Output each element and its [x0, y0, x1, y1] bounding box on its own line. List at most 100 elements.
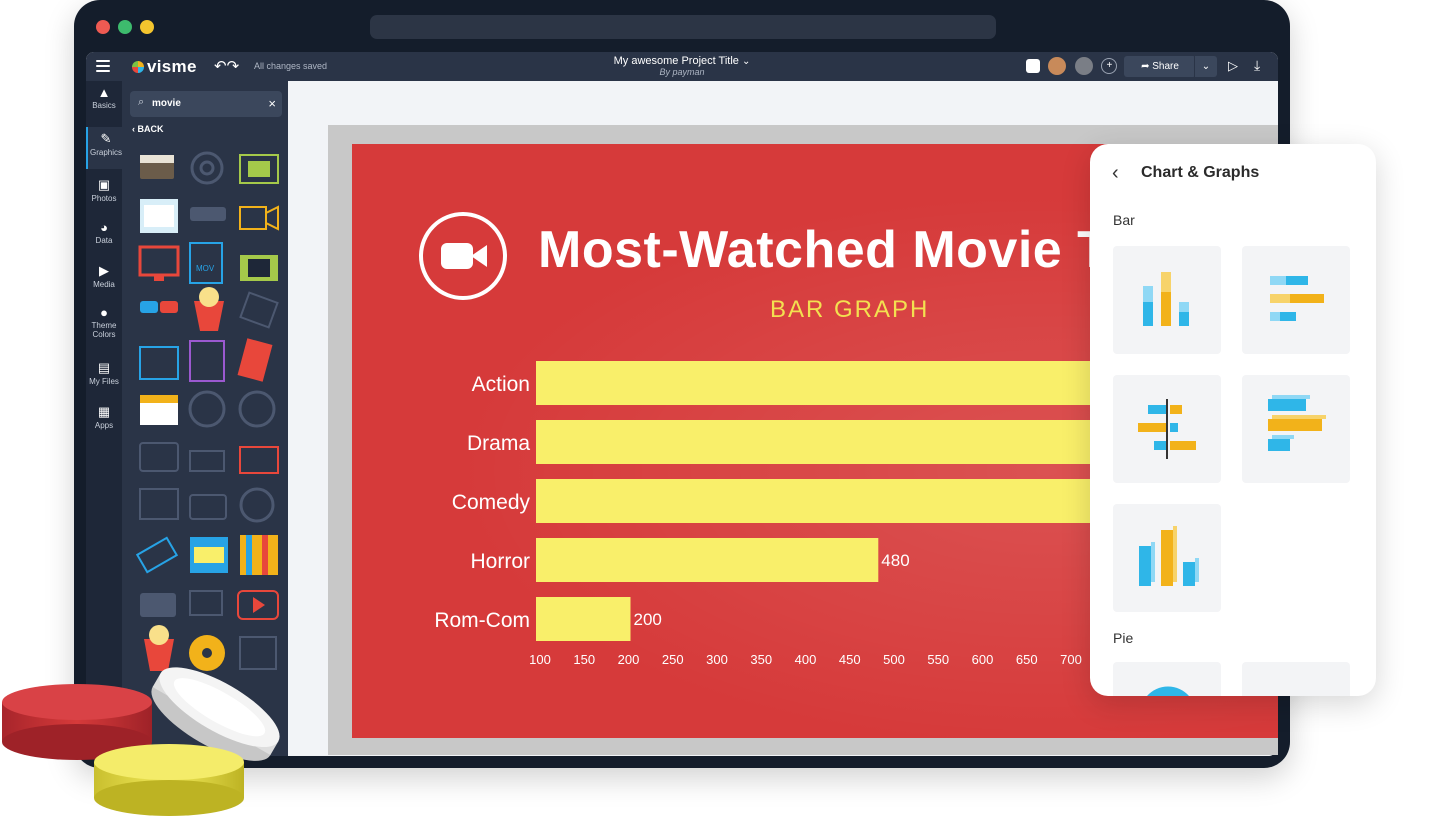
x-tick-label: 700: [1060, 652, 1082, 667]
download-icon[interactable]: ⤓: [1254, 57, 1260, 74]
photos-icon: ▣: [97, 177, 111, 192]
pie-chart-icon: [1147, 686, 1189, 696]
present-play-icon[interactable]: ▷: [1228, 58, 1238, 74]
graphic-item[interactable]: [140, 155, 174, 179]
graphics-panel: ⌕ movie × ‹ BACK MOV: [122, 81, 288, 756]
chart-option-vertical-bar[interactable]: [1113, 246, 1221, 354]
section-bar-label: Bar: [1113, 212, 1135, 228]
rail-item-photos[interactable]: ▣ Photos: [86, 177, 122, 203]
rail-item-basics[interactable]: ▲ Basics: [86, 85, 122, 110]
category-label: Horror: [470, 550, 530, 573]
graphic-item[interactable]: MOV: [189, 242, 223, 284]
address-bar[interactable]: [370, 15, 996, 39]
graphic-item[interactable]: [138, 245, 180, 281]
share-button[interactable]: ➦ Share: [1124, 56, 1196, 77]
apps-grid-icon: ▦: [97, 404, 111, 419]
graphic-item[interactable]: [189, 590, 223, 616]
chart-option-3d-vertical-bar[interactable]: [1113, 504, 1221, 612]
graphic-item[interactable]: [189, 494, 227, 520]
graphic-item[interactable]: [190, 207, 226, 221]
media-icon: ▶: [99, 263, 109, 278]
rail-item-apps[interactable]: ▦ Apps: [86, 404, 122, 430]
graphic-item[interactable]: [239, 291, 279, 329]
basics-icon: ▲: [97, 85, 111, 100]
graphic-item[interactable]: [239, 487, 275, 523]
rail-item-graphics[interactable]: ✎ Graphics: [86, 127, 124, 169]
graphic-item[interactable]: [189, 450, 225, 472]
chart-bar-rom-com[interactable]: [536, 597, 631, 641]
chart-bar-comedy[interactable]: [536, 479, 1127, 523]
3d-vertical-bar-chart-icon: [1139, 526, 1199, 586]
x-tick-label: 350: [750, 652, 772, 667]
chart-option-donut[interactable]: [1242, 662, 1350, 696]
category-label: Comedy: [452, 491, 531, 514]
graphic-item[interactable]: [190, 151, 224, 185]
charts-panel: ‹ Chart & Graphs Bar Pie: [1090, 144, 1376, 696]
graphic-item[interactable]: [188, 390, 226, 428]
search-box[interactable]: ⌕ movie ×: [130, 91, 282, 117]
graphic-item[interactable]: [139, 488, 179, 520]
graphic-item[interactable]: [237, 590, 279, 620]
graphic-item[interactable]: [239, 205, 279, 231]
horizontal-bar-chart-icon: [1270, 276, 1324, 321]
palette-icon: ●: [100, 305, 108, 320]
x-tick-label: 300: [706, 652, 728, 667]
rail-item-my-files[interactable]: ▤ My Files: [86, 360, 122, 386]
graphic-item[interactable]: [237, 338, 273, 382]
x-tick-label: 600: [972, 652, 994, 667]
add-collaborator-icon[interactable]: +: [1101, 58, 1118, 74]
comments-icon[interactable]: [1026, 59, 1040, 73]
chevron-down-icon[interactable]: ⌄: [742, 56, 750, 67]
chart-bar-drama[interactable]: [536, 420, 1127, 464]
chart-option-3d-horizontal-bar[interactable]: [1242, 375, 1350, 483]
share-dropdown-button[interactable]: ⌄: [1194, 56, 1217, 77]
graphic-item[interactable]: [239, 154, 279, 184]
graphic-item[interactable]: [140, 199, 178, 233]
graphic-item[interactable]: [240, 255, 278, 281]
rail-item-data[interactable]: ◕ Data: [86, 220, 122, 245]
x-tick-label: 250: [662, 652, 684, 667]
category-label: Action: [472, 373, 530, 396]
graphic-item[interactable]: [190, 537, 228, 573]
data-pie-icon: ◕: [100, 220, 108, 235]
graphic-item[interactable]: [140, 301, 178, 313]
avatar[interactable]: [1074, 57, 1093, 75]
graphic-item[interactable]: [240, 535, 278, 575]
graphic-item[interactable]: [135, 536, 179, 574]
chart-option-horizontal-bar[interactable]: [1242, 246, 1350, 354]
chart-option-pie[interactable]: [1113, 662, 1221, 696]
minimize-window-icon[interactable]: [140, 20, 154, 34]
graphic-item[interactable]: [189, 340, 225, 382]
share-icon: ➦: [1141, 61, 1150, 72]
graphic-item[interactable]: [140, 395, 178, 425]
graphic-item[interactable]: [239, 446, 279, 474]
chevron-left-icon[interactable]: ‹: [1112, 162, 1119, 185]
graphics-grid: MOV: [135, 151, 280, 696]
search-icon: ⌕: [138, 96, 145, 108]
chart-bar-action[interactable]: [536, 361, 1127, 405]
x-tick-label: 500: [883, 652, 905, 667]
rail-item-media[interactable]: ▶ Media: [86, 263, 122, 289]
x-tick-label: 450: [839, 652, 861, 667]
maximize-window-icon[interactable]: [118, 20, 132, 34]
section-pie-label: Pie: [1113, 630, 1134, 646]
graphic-item[interactable]: [140, 593, 176, 617]
search-input[interactable]: movie: [152, 98, 181, 109]
left-nav-rail: ▲ Basics ✎ Graphics ▣ Photos ◕ Data ▶ Media ●…: [86, 81, 124, 756]
graphic-item[interactable]: [139, 346, 179, 380]
graphics-thumbnails: MOV: [135, 151, 279, 671]
avatar[interactable]: [1048, 57, 1067, 75]
graphic-item[interactable]: [194, 287, 224, 331]
chart-option-diverging-bar[interactable]: [1113, 375, 1221, 483]
close-window-icon[interactable]: [96, 20, 110, 34]
svg-text:MOV: MOV: [196, 264, 215, 273]
rail-item-theme-colors[interactable]: ● Theme Colors: [86, 305, 122, 339]
folder-icon: ▤: [97, 360, 111, 375]
back-button[interactable]: ‹ BACK: [132, 124, 164, 134]
graphic-item[interactable]: [238, 390, 276, 428]
vertical-bar-chart-icon: [1143, 272, 1189, 326]
category-label: Drama: [467, 432, 530, 455]
graphic-item[interactable]: [139, 442, 179, 472]
chart-bar-horror[interactable]: [536, 538, 879, 582]
clear-search-icon[interactable]: ×: [268, 96, 276, 111]
